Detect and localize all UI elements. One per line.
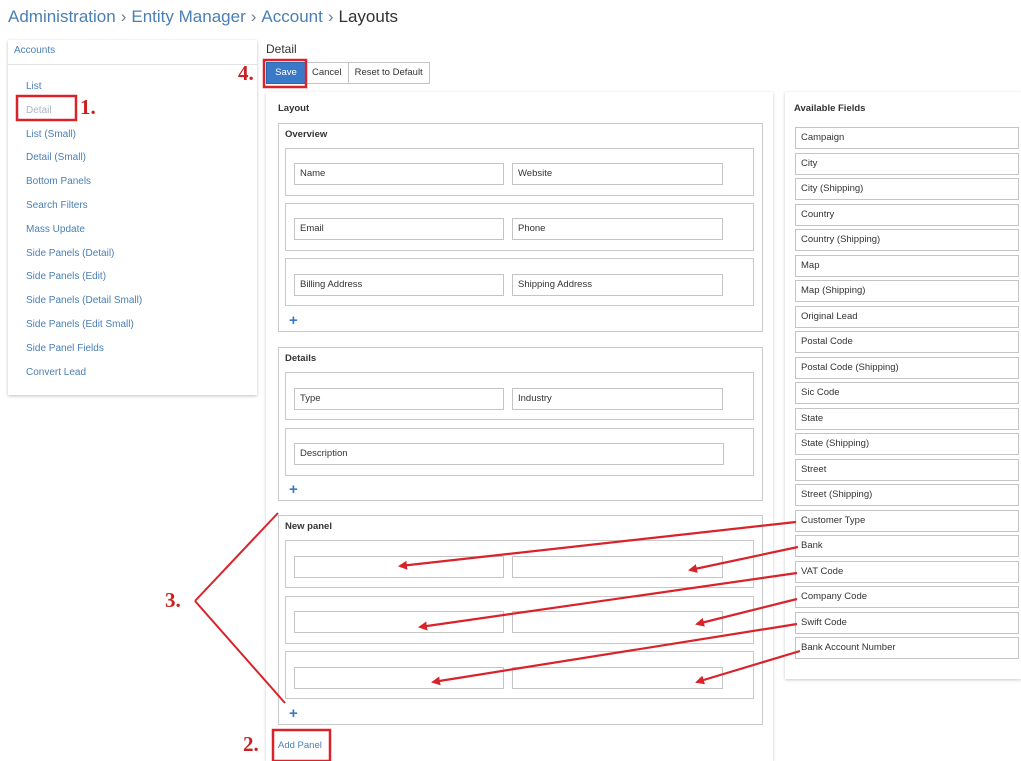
available-fields-heading: Available Fields (794, 103, 866, 114)
step-label-3: 3. (165, 588, 181, 612)
available-field-bank-account-number[interactable]: Bank Account Number (795, 637, 1019, 659)
sidebar-item-side-panels-edit-small[interactable]: Side Panels (Edit Small) (26, 318, 142, 342)
step-label-2: 2. (243, 732, 259, 756)
sidebar-title: Accounts (14, 45, 56, 56)
available-field-campaign[interactable]: Campaign (795, 127, 1019, 149)
layout-field-empty[interactable] (512, 556, 723, 578)
panel-label: Overview (285, 129, 328, 140)
add-row-icon[interactable]: + (289, 482, 298, 497)
layout-field-description[interactable]: Description (294, 443, 724, 465)
breadcrumb-entity-manager[interactable]: Entity Manager (131, 7, 245, 26)
sidebar-item-side-panels-detail[interactable]: Side Panels (Detail) (26, 247, 142, 271)
layout-field-website[interactable]: Website (512, 163, 723, 185)
add-row-icon[interactable]: + (289, 706, 298, 721)
sidebar-item-bottom-panels[interactable]: Bottom Panels (26, 175, 142, 199)
save-button[interactable]: Save (266, 62, 306, 84)
sidebar-item-detail-small[interactable]: Detail (Small) (26, 151, 142, 175)
sidebar-divider (8, 64, 257, 65)
panel-label: Details (285, 353, 317, 364)
panel-label: New panel (285, 521, 332, 532)
layout-field-empty[interactable] (512, 667, 723, 689)
layout-field-empty[interactable] (294, 611, 504, 633)
sidebar-item-side-panels-edit[interactable]: Side Panels (Edit) (26, 270, 142, 294)
sidebar-item-side-panel-fields[interactable]: Side Panel Fields (26, 342, 142, 366)
sidebar-item-convert-lead[interactable]: Convert Lead (26, 366, 142, 390)
breadcrumb-current: Layouts (338, 7, 399, 26)
sidebar-item-search-filters[interactable]: Search Filters (26, 199, 142, 223)
breadcrumb: Administration › Entity Manager › Account › La… (8, 7, 398, 27)
available-field-country[interactable]: Country (795, 203, 1019, 226)
add-panel-link[interactable]: Add Panel (278, 740, 322, 751)
breadcrumb-separator: › (120, 7, 127, 26)
sidebar-item-mass-update[interactable]: Mass Update (26, 223, 142, 247)
available-field-city-shipping[interactable]: City (Shipping) (795, 178, 1019, 200)
available-field-bank[interactable]: Bank (795, 535, 1019, 557)
layout-field-empty[interactable] (294, 556, 504, 578)
available-field-postal-code[interactable]: Postal Code (795, 331, 1019, 353)
available-field-postal-code-shipping[interactable]: Postal Code (Shipping) (795, 356, 1019, 379)
step-label-1: 1. (80, 95, 96, 119)
available-field-street[interactable]: Street (795, 458, 1019, 481)
sidebar-list: List Detail List (Small) Detail (Small) … (26, 80, 142, 389)
panel-details[interactable] (278, 347, 763, 501)
layout-field-name[interactable]: Name (294, 163, 504, 185)
breadcrumb-administration[interactable]: Administration (8, 7, 116, 26)
layout-type-sidebar: Accounts List Detail List (Small) Detail… (8, 40, 257, 395)
available-field-state-shipping[interactable]: State (Shipping) (795, 433, 1019, 455)
layout-toolbar: Save Cancel Reset to Default (266, 62, 430, 84)
available-field-sic-code[interactable]: Sic Code (795, 382, 1019, 404)
sidebar-item-side-panels-detail-small[interactable]: Side Panels (Detail Small) (26, 294, 142, 318)
reset-to-default-button[interactable]: Reset to Default (347, 62, 430, 84)
layout-field-shipping-address[interactable]: Shipping Address (512, 274, 723, 296)
available-field-city[interactable]: City (795, 152, 1019, 175)
layout-heading: Layout (278, 103, 310, 114)
layout-field-empty[interactable] (512, 611, 723, 633)
layout-field-email[interactable]: Email (294, 218, 504, 240)
layout-field-empty[interactable] (294, 667, 504, 689)
breadcrumb-separator: › (250, 7, 257, 26)
available-field-swift-code[interactable]: Swift Code (795, 611, 1019, 634)
available-field-map[interactable]: Map (795, 254, 1019, 277)
available-field-vat-code[interactable]: VAT Code (795, 560, 1019, 583)
step-label-4: 4. (238, 61, 254, 85)
layout-field-type[interactable]: Type (294, 388, 504, 410)
available-field-map-shipping[interactable]: Map (Shipping) (795, 280, 1019, 302)
detail-title: Detail (266, 42, 297, 56)
available-field-country-shipping[interactable]: Country (Shipping) (795, 229, 1019, 251)
breadcrumb-separator: › (327, 7, 334, 26)
breadcrumb-account[interactable]: Account (261, 7, 322, 26)
layout-field-industry[interactable]: Industry (512, 388, 723, 410)
layout-field-billing-address[interactable]: Billing Address (294, 274, 504, 296)
add-row-icon[interactable]: + (289, 313, 298, 328)
sidebar-item-list-small[interactable]: List (Small) (26, 128, 142, 152)
available-field-customer-type[interactable]: Customer Type (795, 509, 1019, 532)
available-field-original-lead[interactable]: Original Lead (795, 305, 1019, 328)
available-field-street-shipping[interactable]: Street (Shipping) (795, 484, 1019, 506)
available-field-state[interactable]: State (795, 407, 1019, 430)
layout-field-phone[interactable]: Phone (512, 218, 723, 240)
cancel-button[interactable]: Cancel (305, 62, 349, 84)
available-field-company-code[interactable]: Company Code (795, 586, 1019, 608)
